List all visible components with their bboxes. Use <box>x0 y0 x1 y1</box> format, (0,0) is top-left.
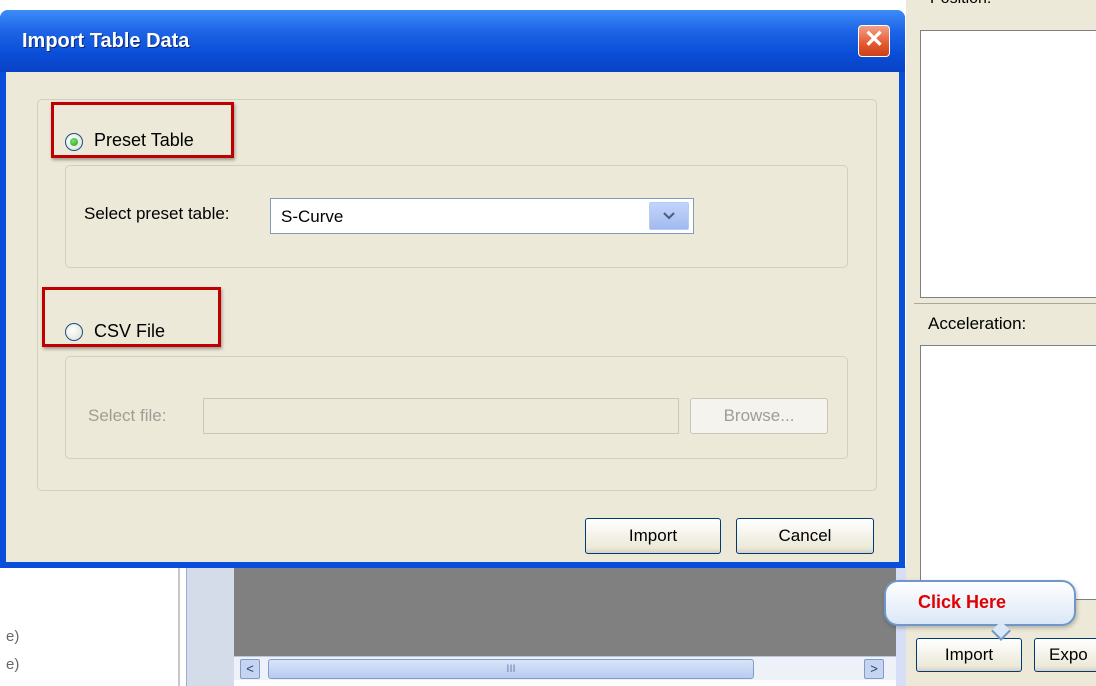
dialog-body: Preset Table Select preset table: S-Curv… <box>6 72 899 562</box>
browse-button[interactable]: Browse... <box>690 398 828 434</box>
dialog-title: Import Table Data <box>22 30 190 52</box>
preset-table-select[interactable]: S-Curve <box>270 198 694 234</box>
horizontal-scrollbar[interactable]: < III > <box>234 656 896 680</box>
list-item: e) <box>6 656 20 673</box>
click-here-callout: Click Here <box>884 580 1076 641</box>
position-label: Position: <box>930 0 991 8</box>
divider <box>178 566 180 686</box>
vertical-scrollbar[interactable] <box>186 566 234 686</box>
table-area <box>234 566 896 656</box>
acceleration-plot <box>920 345 1096 600</box>
cancel-button[interactable]: Cancel <box>736 518 874 554</box>
csv-file-label[interactable]: CSV File <box>94 321 165 342</box>
chevron-down-icon <box>663 209 675 224</box>
preset-table-value: S-Curve <box>281 207 344 226</box>
csv-file-radio[interactable] <box>65 323 83 341</box>
background-window: e) e) < III > <box>0 566 906 686</box>
export-button[interactable]: Expo <box>1034 638 1096 672</box>
dialog-titlebar[interactable]: Import Table Data ✕ <box>0 10 905 72</box>
dialog-import-button[interactable]: Import <box>585 518 721 554</box>
scroll-left-button[interactable]: < <box>240 659 260 679</box>
close-icon[interactable]: ✕ <box>858 25 890 57</box>
select-file-label: Select file: <box>88 406 167 425</box>
list-item: e) <box>6 628 20 645</box>
import-button[interactable]: Import <box>916 638 1022 672</box>
select-preset-label: Select preset table: <box>84 204 230 223</box>
file-path-input[interactable] <box>203 398 679 434</box>
import-table-dialog: Import Table Data ✕ Preset Table Select … <box>0 10 905 568</box>
preset-table-radio[interactable] <box>65 133 83 151</box>
acceleration-label: Acceleration: <box>928 314 1027 333</box>
divider <box>914 303 1096 304</box>
radio-selected-dot <box>70 138 78 146</box>
position-plot <box>920 30 1096 298</box>
dropdown-button[interactable] <box>649 202 689 230</box>
callout-text: Click Here <box>918 592 1007 612</box>
scroll-thumb[interactable]: III <box>268 659 754 679</box>
preset-table-label[interactable]: Preset Table <box>94 130 194 151</box>
scroll-right-button[interactable]: > <box>864 659 884 679</box>
